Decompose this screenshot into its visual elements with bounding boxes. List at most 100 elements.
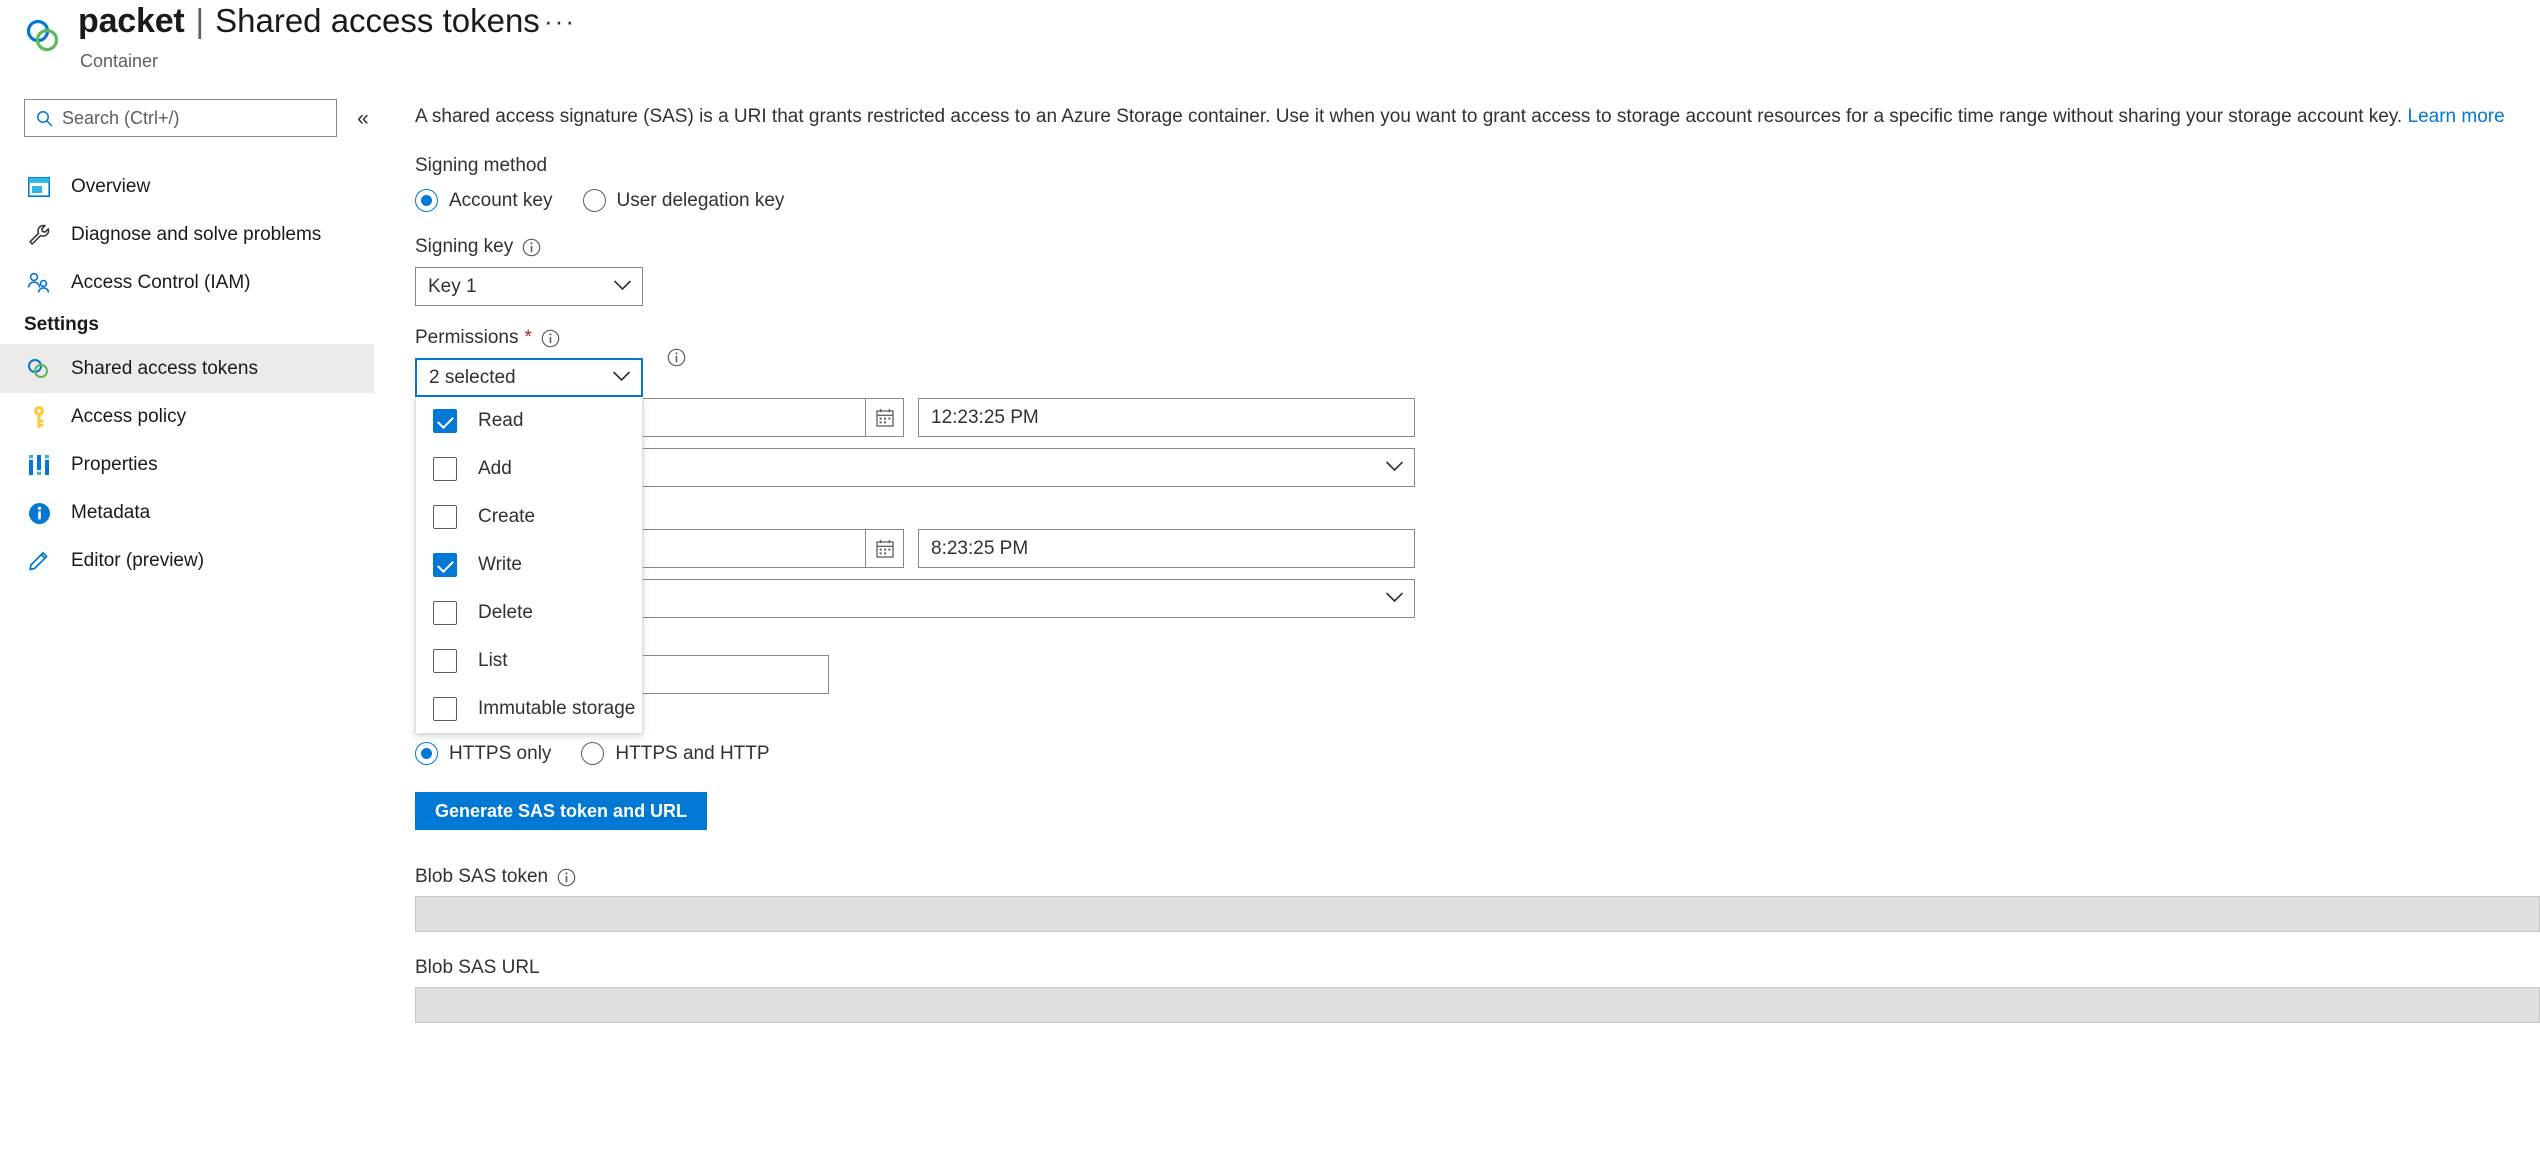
- checkbox-immutable-storage[interactable]: [433, 697, 457, 721]
- info-icon[interactable]: [541, 329, 560, 348]
- radio-https-and-http-label[interactable]: HTTPS and HTTP: [615, 743, 769, 765]
- checkbox-add[interactable]: [433, 457, 457, 481]
- sidebar-item-access-policy[interactable]: Access policy: [0, 393, 374, 441]
- sidebar-item-editor-preview[interactable]: Editor (preview): [0, 537, 374, 585]
- search-input[interactable]: [62, 107, 312, 129]
- blob-sas-url-label-text: Blob SAS URL: [415, 957, 540, 978]
- expiry-time-input[interactable]: [931, 537, 1402, 560]
- key-icon: [24, 402, 54, 432]
- radio-https-only-label[interactable]: HTTPS only: [449, 743, 551, 765]
- chevron-down-icon: [612, 369, 631, 387]
- blob-sas-token-label: Blob SAS token: [415, 866, 576, 888]
- permissions-label: Permissions *: [415, 327, 560, 349]
- resource-type-label: Container: [80, 51, 159, 71]
- chevron-down-icon: [1385, 459, 1404, 477]
- overview-icon: [24, 172, 54, 202]
- checkbox-read[interactable]: [433, 409, 457, 433]
- sidebar-item-label: Access policy: [71, 406, 187, 427]
- permission-option-label: Immutable storage: [478, 698, 636, 719]
- sidebar-item-properties[interactable]: Properties: [0, 441, 374, 489]
- permission-option-list[interactable]: List: [416, 637, 642, 685]
- permission-option-add[interactable]: Add: [416, 445, 642, 493]
- page-header: packet | Shared access tokens ··· Contai…: [0, 0, 2540, 80]
- title-separator: |: [195, 2, 205, 39]
- permissions-value: 2 selected: [429, 366, 516, 388]
- permission-option-delete[interactable]: Delete: [416, 589, 642, 637]
- sidebar: « Overview Diagnose and solve problems: [0, 86, 374, 1156]
- blob-sas-token-label-text: Blob SAS token: [415, 866, 549, 887]
- permission-option-label: List: [478, 650, 508, 671]
- sidebar-item-access-control-iam[interactable]: Access Control (IAM): [0, 259, 374, 307]
- signing-method-label-text: Signing method: [415, 155, 548, 176]
- container-icon: [24, 354, 54, 384]
- calendar-icon[interactable]: [865, 399, 903, 436]
- start-time-input[interactable]: [931, 406, 1402, 429]
- sidebar-item-metadata[interactable]: Metadata: [0, 489, 374, 537]
- info-circle-icon: [24, 498, 54, 528]
- people-icon: [24, 268, 54, 298]
- permission-option-immutable-storage[interactable]: Immutable storage: [416, 685, 642, 733]
- intro-description: A shared access signature (SAS) is a URI…: [415, 106, 2540, 128]
- blob-sas-token-field[interactable]: [415, 896, 2540, 932]
- radio-https-only[interactable]: [415, 742, 438, 765]
- checkbox-delete[interactable]: [433, 601, 457, 625]
- properties-icon: [24, 450, 54, 480]
- generate-sas-token-button[interactable]: Generate SAS token and URL: [415, 792, 708, 830]
- radio-user-delegation-key-label[interactable]: User delegation key: [617, 190, 785, 212]
- radio-account-key[interactable]: [415, 189, 438, 212]
- blob-sas-url-field[interactable]: [415, 987, 2540, 1023]
- permission-option-read[interactable]: Read: [416, 397, 642, 445]
- expiry-time-field[interactable]: [918, 529, 1415, 568]
- info-icon[interactable]: [667, 348, 686, 367]
- info-icon[interactable]: [522, 238, 541, 257]
- sidebar-item-label: Metadata: [71, 502, 151, 523]
- learn-more-link[interactable]: Learn more: [2408, 106, 2505, 127]
- azure-portal-page: packet | Shared access tokens ··· Contai…: [0, 0, 2540, 1156]
- signing-method-label: Signing method: [415, 155, 547, 177]
- permission-option-label: Create: [478, 506, 536, 527]
- permission-option-label: Read: [478, 410, 524, 431]
- chevron-down-icon: [613, 278, 632, 296]
- signing-key-select[interactable]: Key 1: [415, 267, 643, 306]
- sidebar-item-overview[interactable]: Overview: [0, 163, 374, 211]
- permission-option-create[interactable]: Create: [416, 493, 642, 541]
- radio-user-delegation-key[interactable]: [582, 189, 606, 212]
- sidebar-item-label: Shared access tokens: [71, 358, 258, 379]
- start-time-field[interactable]: [918, 398, 1415, 437]
- allowed-protocols-radio-group: HTTPS only HTTPS and HTTP: [415, 742, 800, 765]
- permission-option-write[interactable]: Write: [416, 541, 642, 589]
- page-title: packet | Shared access tokens: [78, 2, 540, 41]
- permission-option-label: Add: [478, 458, 512, 479]
- sidebar-item-diagnose-and-solve-problems[interactable]: Diagnose and solve problems: [0, 211, 374, 259]
- signing-method-radio-group: Account key User delegation key: [415, 189, 814, 212]
- signing-key-label: Signing key: [415, 236, 541, 258]
- permissions-label-text: Permissions: [415, 327, 519, 348]
- search-icon: [36, 110, 53, 127]
- checkbox-write[interactable]: [433, 553, 457, 577]
- radio-account-key-label[interactable]: Account key: [449, 190, 553, 212]
- collapse-sidebar-button[interactable]: «: [352, 108, 374, 131]
- sidebar-item-label: Overview: [71, 176, 151, 197]
- pencil-icon: [24, 546, 54, 576]
- permissions-select[interactable]: 2 selected: [415, 358, 643, 397]
- sidebar-group-settings: Settings: [24, 314, 99, 335]
- sidebar-item-label: Editor (preview): [71, 550, 205, 571]
- blob-sas-url-label: Blob SAS URL: [415, 957, 540, 979]
- more-options-button[interactable]: ···: [538, 6, 582, 36]
- sidebar-item-shared-access-tokens[interactable]: Shared access tokens: [0, 345, 374, 393]
- chevron-down-icon: [1385, 590, 1404, 608]
- radio-https-and-http[interactable]: [581, 742, 605, 765]
- checkbox-list[interactable]: [433, 649, 457, 673]
- info-icon[interactable]: [557, 868, 576, 887]
- checkbox-create[interactable]: [433, 505, 457, 529]
- permission-option-label: Delete: [478, 602, 533, 623]
- calendar-icon[interactable]: [865, 530, 903, 567]
- container-icon: [22, 16, 64, 58]
- sidebar-item-label: Diagnose and solve problems: [71, 224, 322, 245]
- permissions-dropdown-list: Read Add Create Write Delete List Immuta…: [415, 397, 643, 734]
- sidebar-item-label: Access Control (IAM): [71, 272, 251, 293]
- permission-option-label: Write: [478, 554, 522, 575]
- search-box[interactable]: [24, 99, 337, 137]
- sidebar-item-label: Properties: [71, 454, 158, 475]
- page-name: Shared access tokens: [215, 2, 540, 39]
